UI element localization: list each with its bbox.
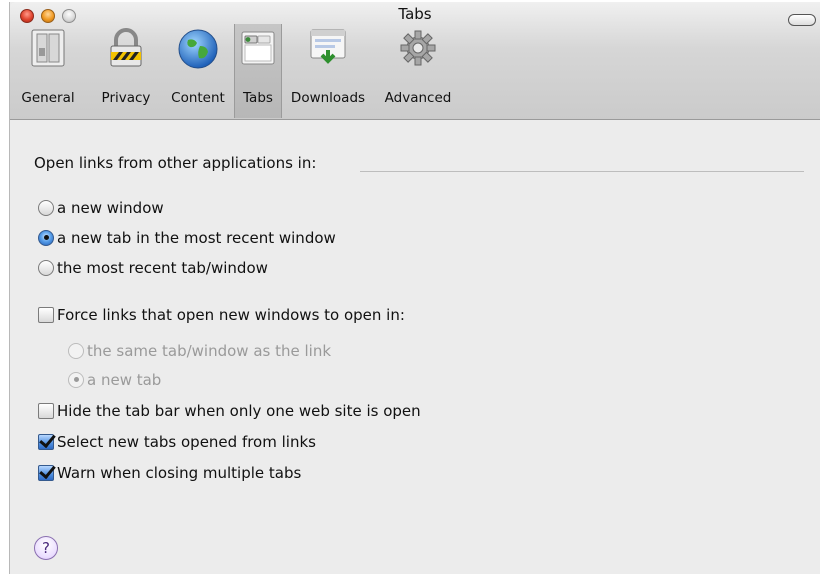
toolbar-item-label: General	[21, 90, 75, 106]
padlock-icon	[110, 28, 142, 67]
radio-label: a new tab	[87, 371, 162, 389]
tabs-preferences-pane: Open links from other applications in: a…	[10, 120, 820, 574]
checkbox-label: Hide the tab bar when only one web site …	[57, 402, 421, 420]
checkbox-hide-tab-bar[interactable]: Hide the tab bar when only one web site …	[38, 400, 421, 422]
radio-label: the same tab/window as the link	[87, 342, 332, 360]
radio-label: the most recent tab/window	[57, 259, 268, 277]
help-button[interactable]: ?	[34, 536, 58, 560]
title-toolbar: Tabs General Privacy Content Tabs Downlo…	[10, 2, 820, 120]
radio-new-tab-recent-window[interactable]: a new tab in the most recent window	[38, 227, 336, 249]
checkbox-warn-closing-tabs[interactable]: Warn when closing multiple tabs	[38, 462, 301, 484]
download-icon	[310, 29, 346, 64]
toolbar-item-label: Advanced	[384, 90, 452, 106]
radio-force-new-tab: a new tab	[68, 369, 161, 391]
radio-button[interactable]	[38, 229, 54, 246]
toolbar-item-content[interactable]: Content	[162, 24, 234, 118]
toolbar-item-label: Content	[171, 90, 225, 106]
radio-label: a new window	[57, 199, 164, 217]
checkbox-label: Force links that open new windows to ope…	[57, 306, 405, 324]
radio-button	[68, 371, 84, 388]
checkbox[interactable]	[38, 433, 54, 450]
radio-recent-tab-window[interactable]: the most recent tab/window	[38, 257, 268, 279]
general-switch-icon	[31, 29, 65, 67]
toolbar-toggle-button[interactable]	[788, 14, 816, 26]
toolbar-item-downloads[interactable]: Downloads	[286, 24, 370, 118]
globe-icon	[178, 29, 218, 69]
toolbar-item-label: Tabs	[243, 90, 273, 106]
radio-new-window[interactable]: a new window	[38, 197, 164, 219]
toolbar-item-label: Privacy	[101, 90, 151, 106]
toolbar-item-advanced[interactable]: Advanced	[376, 24, 460, 118]
checkbox[interactable]	[38, 464, 54, 481]
toolbar-item-label: Downloads	[290, 90, 366, 106]
checkbox[interactable]	[38, 306, 54, 323]
checkbox-label: Select new tabs opened from links	[57, 433, 316, 451]
radio-button[interactable]	[38, 199, 54, 216]
toolbar-item-privacy[interactable]: Privacy	[92, 24, 160, 118]
checkbox-select-new-tabs[interactable]: Select new tabs opened from links	[38, 431, 316, 453]
checkbox-force-links[interactable]: Force links that open new windows to ope…	[38, 304, 405, 326]
separator	[360, 171, 804, 172]
radio-button[interactable]	[38, 259, 54, 276]
toolbar-item-general[interactable]: General	[12, 24, 84, 118]
radio-same-tab-window: the same tab/window as the link	[68, 340, 331, 362]
toolbar: General Privacy Content Tabs Downloads A…	[10, 24, 480, 118]
checkbox[interactable]	[38, 402, 54, 419]
window-title: Tabs	[398, 5, 432, 23]
open-links-heading: Open links from other applications in:	[34, 154, 317, 172]
toolbar-item-tabs[interactable]: Tabs	[234, 24, 282, 118]
preferences-window: Tabs General Privacy Content Tabs Downlo…	[9, 2, 820, 574]
checkbox-label: Warn when closing multiple tabs	[57, 464, 302, 482]
radio-label: a new tab in the most recent window	[57, 229, 336, 247]
gear-icon	[400, 30, 436, 66]
radio-button	[68, 342, 84, 359]
tabs-icon	[241, 31, 275, 65]
